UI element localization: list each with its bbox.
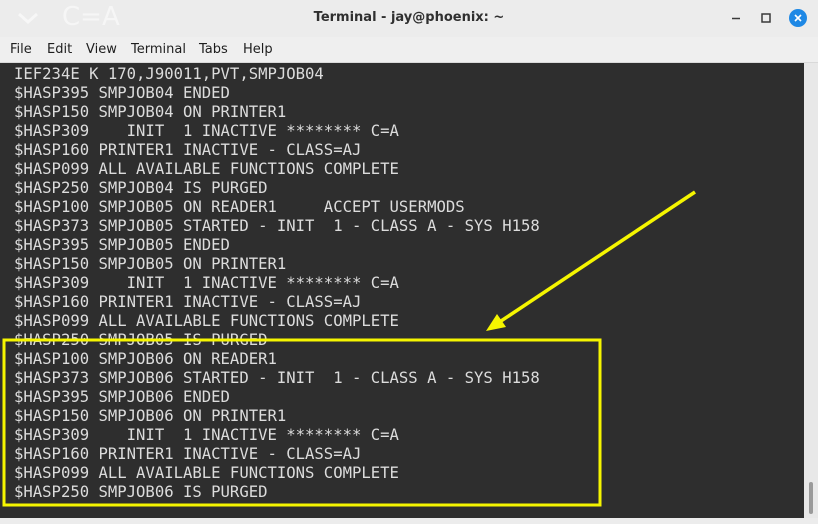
terminal-line: $HASP309 INIT 1 INACTIVE ******** C=A: [14, 274, 399, 292]
terminal-line: $HASP150 SMPJOB05 ON PRINTER1: [14, 255, 287, 273]
menu-file[interactable]: File: [10, 42, 32, 57]
terminal-line: $HASP373 SMPJOB06 STARTED - INIT 1 - CLA…: [14, 369, 540, 387]
menu-bar: File Edit View Terminal Tabs Help: [0, 37, 818, 63]
close-icon: [789, 9, 807, 27]
menu-tabs[interactable]: Tabs: [199, 42, 228, 57]
terminal-line: $HASP250 SMPJOB06 IS PURGED: [14, 483, 268, 501]
terminal-line: $HASP395 SMPJOB05 ENDED: [14, 236, 230, 254]
menu-view[interactable]: View: [86, 42, 117, 57]
terminal-line: $HASP373 SMPJOB05 STARTED - INIT 1 - CLA…: [14, 217, 540, 235]
terminal-line: $HASP395 SMPJOB04 ENDED: [14, 84, 230, 102]
terminal-line: $HASP099 ALL AVAILABLE FUNCTIONS COMPLET…: [14, 464, 399, 482]
scrollbar-thumb[interactable]: [809, 482, 813, 514]
terminal-line: $HASP160 PRINTER1 INACTIVE - CLASS=AJ: [14, 141, 362, 159]
close-button[interactable]: [789, 9, 807, 27]
vertical-scrollbar[interactable]: [804, 63, 818, 518]
menu-terminal[interactable]: Terminal: [131, 42, 186, 57]
terminal-line: $HASP100 SMPJOB05 ON READER1 ACCEPT USER…: [14, 198, 465, 216]
terminal-line: $HASP099 ALL AVAILABLE FUNCTIONS COMPLET…: [14, 160, 399, 178]
terminal-line: $HASP099 ALL AVAILABLE FUNCTIONS COMPLET…: [14, 312, 399, 330]
terminal-line: $HASP395 SMPJOB06 ENDED: [14, 388, 230, 406]
terminal-output[interactable]: IEF234E K 170,J90011,PVT,SMPJOB04 $HASP39…: [0, 63, 804, 518]
terminal-line: $HASP150 SMPJOB06 ON PRINTER1: [14, 407, 287, 425]
terminal-line: $HASP250 SMPJOB04 IS PURGED: [14, 179, 268, 197]
terminal-line: $HASP160 PRINTER1 INACTIVE - CLASS=AJ: [14, 293, 362, 311]
menu-help[interactable]: Help: [243, 42, 273, 57]
maximize-button[interactable]: [757, 9, 775, 27]
terminal-line: $HASP250 SMPJOB05 IS PURGED: [14, 331, 268, 349]
terminal-line: $HASP309 INIT 1 INACTIVE ******** C=A: [14, 426, 399, 444]
terminal-line: $HASP150 SMPJOB04 ON PRINTER1: [14, 103, 287, 121]
minimize-button[interactable]: [727, 9, 745, 27]
maximize-icon: [761, 13, 771, 23]
terminal-line: IEF234E K 170,J90011,PVT,SMPJOB04: [14, 65, 324, 83]
menu-edit[interactable]: Edit: [47, 42, 72, 57]
minimize-icon: [732, 17, 740, 20]
terminal-line: $HASP309 INIT 1 INACTIVE ******** C=A: [14, 122, 399, 140]
terminal-line: $HASP100 SMPJOB06 ON READER1: [14, 350, 277, 368]
window-title: Terminal - jay@phoenix: ~: [313, 10, 505, 25]
window-bottom-edge: [0, 518, 818, 524]
title-bar: C=A Terminal - jay@phoenix: ~: [0, 0, 818, 37]
terminal-line: $HASP160 PRINTER1 INACTIVE - CLASS=AJ: [14, 445, 362, 463]
